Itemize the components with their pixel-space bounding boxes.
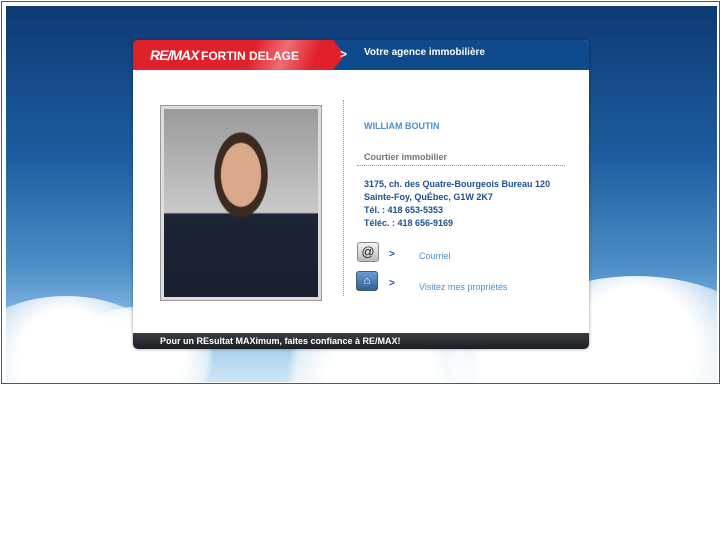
chevron-right-icon: > xyxy=(389,249,395,260)
agency-name: FORTIN DELAGE xyxy=(201,49,299,63)
address-line2: Sainte-Foy, QuÉbec, G1W 2K7 xyxy=(364,192,493,202)
remax-logo: RE/MAX xyxy=(150,47,199,63)
header-bar: RE/MAX FORTIN DELAGE > Votre agence immo… xyxy=(133,40,589,70)
divider xyxy=(343,100,344,296)
tagline: Votre agence immobilière xyxy=(364,47,485,58)
agent-role: Courtier immobilier xyxy=(364,152,448,162)
header-brand: RE/MAX FORTIN DELAGE xyxy=(133,40,345,70)
phone: Tél. : 418 653-5353 xyxy=(364,205,444,215)
properties-link[interactable]: Visitez mes propriétés xyxy=(419,282,507,292)
footer-bar: Pour un REsultat MAXimum, faites confian… xyxy=(133,333,589,349)
agent-photo xyxy=(160,105,322,301)
chevron-right-icon: > xyxy=(340,47,348,61)
email-link[interactable]: Courriel xyxy=(419,251,451,261)
divider xyxy=(357,165,565,166)
email-icon[interactable]: @ xyxy=(357,242,379,262)
agent-card: RE/MAX FORTIN DELAGE > Votre agence immo… xyxy=(133,40,589,349)
chevron-right-icon: > xyxy=(389,278,395,289)
fax: Téléc. : 418 656-9169 xyxy=(364,218,454,228)
footer-text: Pour un REsultat MAXimum, faites confian… xyxy=(160,336,401,346)
house-icon[interactable]: ⌂ xyxy=(356,271,378,291)
agent-name: WILLIAM BOUTIN xyxy=(364,121,440,131)
address-line1: 3175, ch. des Quatre-Bourgeois Bureau 12… xyxy=(364,179,551,189)
